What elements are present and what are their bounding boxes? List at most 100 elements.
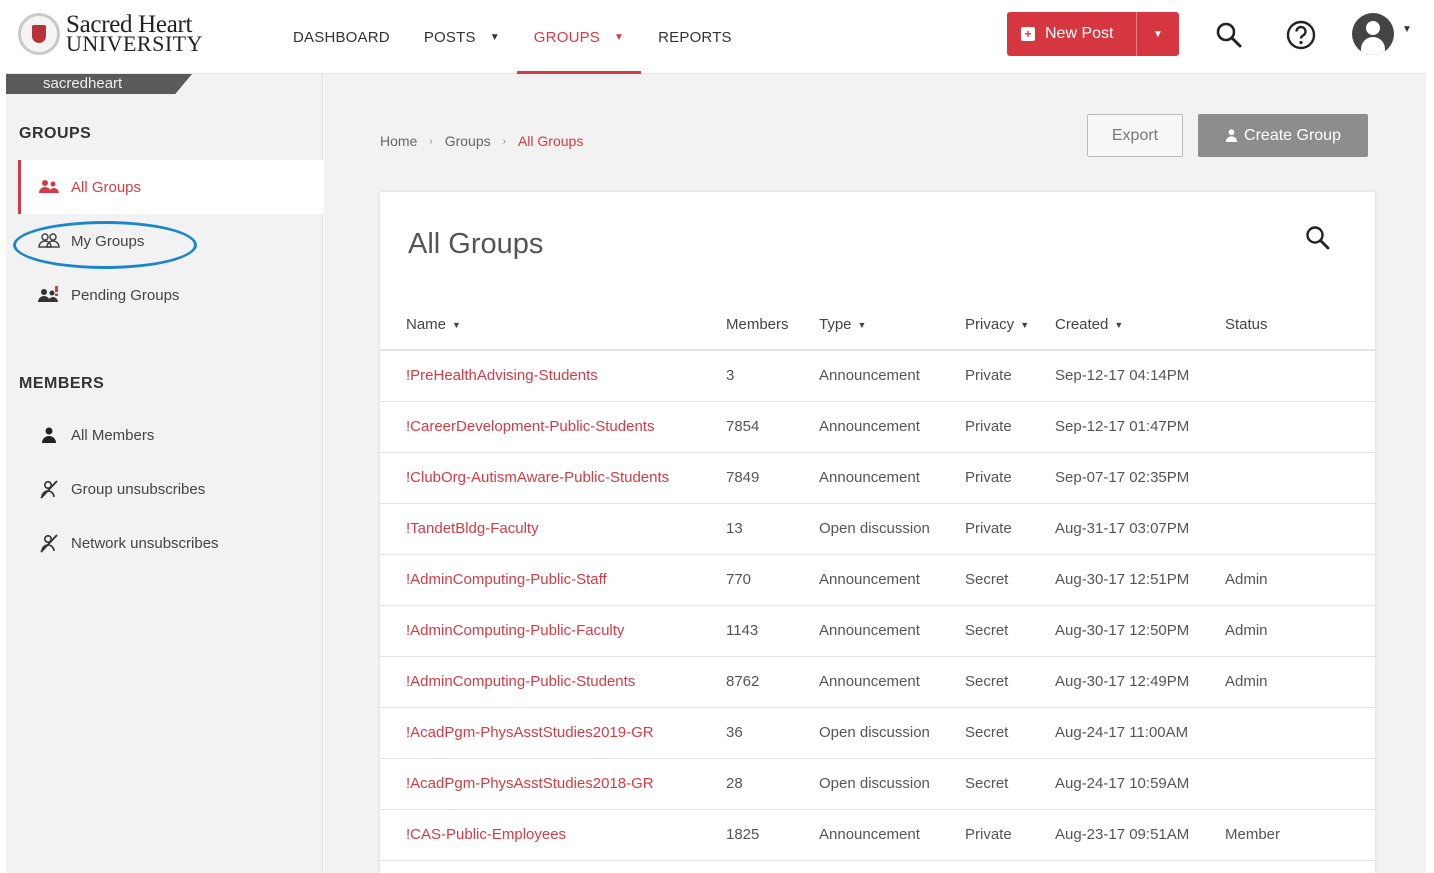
sidebar-item-pending-groups[interactable]: Pending Groups bbox=[18, 268, 323, 322]
caret-down-icon: ▼ bbox=[452, 320, 461, 330]
cell-created: Aug-23-17 09:51AM bbox=[1055, 809, 1225, 861]
cell-name[interactable]: !TandetBldg-Faculty bbox=[380, 503, 726, 555]
sidebar-item-group-unsubscribes[interactable]: Group unsubscribes bbox=[18, 462, 323, 516]
column-header-status: Status bbox=[1225, 300, 1375, 351]
caret-down-icon: ▼ bbox=[857, 320, 867, 330]
cell-type: Announcement bbox=[819, 656, 965, 708]
cell-created: Sep-07-17 02:35PM bbox=[1055, 452, 1225, 504]
caret-down-icon[interactable]: ▼ bbox=[1402, 24, 1412, 35]
cell-privacy: Private bbox=[965, 350, 1055, 402]
cell-status bbox=[1225, 350, 1375, 402]
breadcrumb-groups[interactable]: Groups bbox=[445, 133, 491, 149]
cell-privacy: Secret bbox=[965, 758, 1055, 810]
top-bar: Sacred Heart UNIVERSITY DASHBOARD POSTS ▼… bbox=[6, 0, 1426, 74]
breadcrumb-home[interactable]: Home bbox=[380, 133, 417, 149]
cell-privacy: Private bbox=[965, 503, 1055, 555]
main-content: Home › Groups › All Groups Export Create… bbox=[324, 74, 1426, 873]
cell-type: Open discussion bbox=[819, 503, 965, 555]
cell-members: 36 bbox=[726, 707, 819, 759]
search-icon[interactable] bbox=[1212, 18, 1246, 52]
table-row[interactable]: !ClubOrg-AutismAware-Public-Students 7849… bbox=[380, 452, 1375, 504]
create-group-button[interactable]: Create Group bbox=[1198, 114, 1368, 157]
column-header-privacy[interactable]: Privacy ▼ bbox=[965, 300, 1055, 351]
cell-status: Admin bbox=[1225, 554, 1375, 606]
caret-down-icon: ▼ bbox=[1114, 320, 1124, 330]
sidebar: sacredheart GROUPS All Groups My Groups … bbox=[6, 74, 323, 873]
new-post-label: New Post bbox=[1045, 25, 1114, 42]
help-icon[interactable] bbox=[1284, 18, 1318, 52]
new-post-dropdown-button[interactable]: ▼ bbox=[1137, 12, 1179, 56]
cell-privacy: Private bbox=[965, 809, 1055, 861]
cell-status: Admin bbox=[1225, 656, 1375, 708]
cell-members: 7849 bbox=[726, 452, 819, 504]
cell-status bbox=[1225, 503, 1375, 555]
column-header-members: Members bbox=[726, 300, 819, 351]
cell-created: Aug-24-17 10:59AM bbox=[1055, 758, 1225, 810]
search-icon[interactable] bbox=[1304, 224, 1332, 257]
cell-created: Sep-12-17 04:14PM bbox=[1055, 350, 1225, 402]
logo-text: Sacred Heart UNIVERSITY bbox=[66, 12, 203, 55]
table-row[interactable]: !AdminComputing-Public-Faculty 1143 Announ… bbox=[380, 605, 1375, 657]
nav-reports[interactable]: REPORTS bbox=[641, 0, 749, 74]
column-header-label: Name bbox=[406, 316, 447, 333]
breadcrumb-current: All Groups bbox=[517, 133, 584, 149]
cell-privacy: Secret bbox=[965, 605, 1055, 657]
table-row[interactable]: !AdminComputing-Public-Staff 770 Announcem… bbox=[380, 554, 1375, 606]
table-row[interactable]: !CareerDevelopment-Public-Students 7854 An… bbox=[380, 401, 1375, 453]
cell-status: Member bbox=[1225, 809, 1375, 861]
groups-section-title: GROUPS bbox=[19, 125, 92, 142]
cell-type: Announcement bbox=[819, 350, 965, 402]
column-header-type[interactable]: Type ▼ bbox=[819, 300, 965, 351]
cell-status bbox=[1225, 758, 1375, 810]
cell-name[interactable]: !AdminComputing-Public-Students bbox=[380, 656, 726, 708]
table-row[interactable]: !TandetBldg-Faculty 13 Open discussion Priv… bbox=[380, 503, 1375, 555]
cell-name[interactable]: !AcadPgm-PhysAsstStudies2018-GR bbox=[380, 758, 726, 810]
table-row[interactable]: !PreHealthAdvising-Students 3 Announcement… bbox=[380, 350, 1375, 402]
groups-table: Name ▼ Members Type ▼ Privacy ▼ Created ▼ St… bbox=[380, 300, 1375, 861]
main-nav: DASHBOARD POSTS ▼ GROUPS ▼ REPORTS bbox=[276, 0, 749, 74]
cell-type: Open discussion bbox=[819, 707, 965, 759]
nav-dashboard[interactable]: DASHBOARD bbox=[276, 0, 407, 74]
cell-name[interactable]: !AcadPgm-PhysAsstStudies2019-GR bbox=[380, 707, 726, 759]
nav-dashboard-label: DASHBOARD bbox=[293, 28, 390, 46]
cell-name[interactable]: !CAS-Public-Employees bbox=[380, 809, 726, 861]
column-header-created[interactable]: Created ▼ bbox=[1055, 300, 1225, 351]
cell-members: 3 bbox=[726, 350, 819, 402]
sidebar-item-label: Group unsubscribes bbox=[71, 480, 206, 498]
new-post-button[interactable]: + New Post bbox=[1007, 12, 1137, 56]
cell-name[interactable]: !AdminComputing-Public-Faculty bbox=[380, 605, 726, 657]
plus-icon: + bbox=[1021, 27, 1035, 41]
sidebar-item-network-unsubscribes[interactable]: Network unsubscribes bbox=[18, 516, 323, 570]
chevron-right-icon: › bbox=[429, 135, 433, 147]
cell-members: 1143 bbox=[726, 605, 819, 657]
nav-groups[interactable]: GROUPS ▼ bbox=[516, 0, 642, 74]
column-header-label: Privacy bbox=[965, 316, 1015, 333]
tenant-label: sacredheart bbox=[6, 74, 192, 94]
cell-name[interactable]: !PreHealthAdvising-Students bbox=[380, 350, 726, 402]
sidebar-item-label: All Members bbox=[71, 426, 155, 444]
cell-created: Aug-30-17 12:50PM bbox=[1055, 605, 1225, 657]
sidebar-item-label: All Groups bbox=[71, 178, 142, 196]
user-avatar[interactable] bbox=[1352, 13, 1394, 55]
cell-privacy: Secret bbox=[965, 656, 1055, 708]
column-header-name[interactable]: Name ▼ bbox=[380, 300, 726, 351]
table-row[interactable]: !AcadPgm-PhysAsstStudies2018-GR 28 Open di… bbox=[380, 758, 1375, 810]
table-row[interactable]: !AdminComputing-Public-Students 8762 Annou… bbox=[380, 656, 1375, 708]
sidebar-item-all-groups[interactable]: All Groups bbox=[18, 160, 323, 214]
cell-type: Open discussion bbox=[819, 758, 965, 810]
export-label: Export bbox=[1111, 126, 1159, 144]
nav-posts[interactable]: POSTS ▼ bbox=[407, 0, 517, 74]
table-row[interactable]: !CAS-Public-Employees 1825 Announcement Pri… bbox=[380, 809, 1375, 861]
cell-name[interactable]: !ClubOrg-AutismAware-Public-Students bbox=[380, 452, 726, 504]
table-row[interactable]: !AcadPgm-PhysAsstStudies2019-GR 36 Open di… bbox=[380, 707, 1375, 759]
nav-groups-label: GROUPS bbox=[533, 28, 601, 46]
export-button[interactable]: Export bbox=[1087, 114, 1183, 157]
annotation-highlight-circle bbox=[13, 221, 197, 269]
cell-created: Sep-12-17 01:47PM bbox=[1055, 401, 1225, 453]
column-header-label: Status bbox=[1225, 316, 1268, 333]
cell-created: Aug-24-17 11:00AM bbox=[1055, 707, 1225, 759]
university-logo[interactable]: Sacred Heart UNIVERSITY bbox=[18, 10, 218, 58]
cell-name[interactable]: !CareerDevelopment-Public-Students bbox=[380, 401, 726, 453]
cell-name[interactable]: !AdminComputing-Public-Staff bbox=[380, 554, 726, 606]
sidebar-item-all-members[interactable]: All Members bbox=[18, 408, 323, 462]
